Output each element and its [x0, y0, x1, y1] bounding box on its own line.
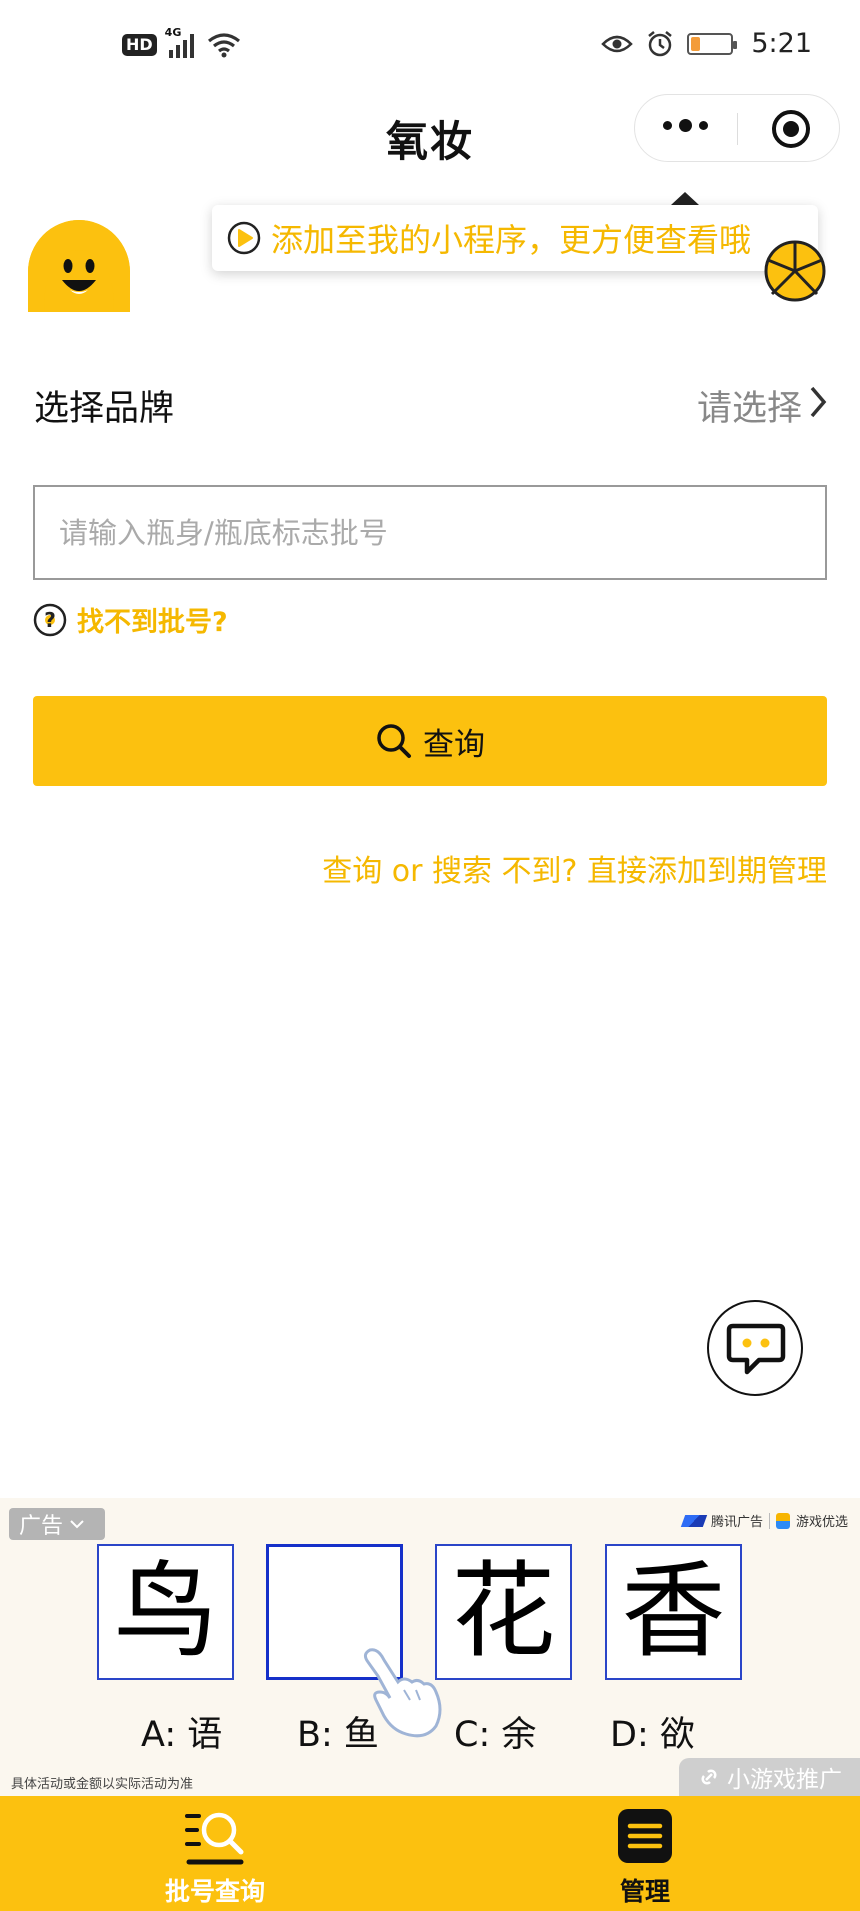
status-right: 5:21 — [601, 28, 812, 59]
help-icon: ? — [33, 603, 67, 636]
brand-label: 选择品牌 — [34, 389, 175, 429]
svg-text:?: ? — [44, 608, 56, 632]
tooltip-arrow — [671, 192, 699, 205]
mini-game-promo-badge[interactable]: 小游戏推广 — [679, 1758, 860, 1796]
link-icon — [701, 1769, 717, 1785]
tab-batch-query[interactable]: 批号查询 — [115, 1796, 315, 1911]
cellular-signal-icon: 4G — [165, 26, 199, 60]
brand-select[interactable]: 请选择 — [697, 380, 802, 431]
add-expiry-management-link[interactable]: 查询 or 搜索 不到? 直接添加到期管理 — [322, 846, 827, 890]
sun-avatar-icon[interactable] — [762, 240, 828, 302]
ad-provider: 腾讯广告 游戏优选 — [680, 1511, 848, 1530]
ad-tag-label: 广告 — [19, 1514, 64, 1539]
ad-char-box[interactable]: 香 — [605, 1544, 742, 1680]
ad-char-box[interactable]: 花 — [435, 1544, 572, 1680]
battery-icon — [687, 32, 738, 55]
batch-number-input[interactable] — [33, 485, 827, 580]
ad-provider-name: 腾讯广告 — [710, 1515, 763, 1530]
chevron-right-icon[interactable] — [808, 384, 828, 420]
tencent-ads-logo-icon — [680, 1514, 708, 1527]
batch-search-icon — [185, 1812, 244, 1865]
chat-button[interactable] — [707, 1300, 803, 1396]
help-text: 找不到批号? — [77, 607, 228, 638]
tooltip-text: 添加至我的小程序，更方便查看哦 — [271, 221, 752, 259]
miniprogram-icon — [227, 221, 261, 255]
ad-disclaimer: 具体活动或金额以实际活动为准 — [11, 1777, 194, 1792]
eye-icon — [601, 35, 634, 52]
clock: 5:21 — [751, 28, 812, 59]
add-to-my-miniprogram-tooltip[interactable]: 添加至我的小程序，更方便查看哦 — [212, 205, 818, 271]
ad-option[interactable]: C: 余 — [454, 1706, 536, 1757]
tab-bar: 批号查询 管理 — [0, 1796, 860, 1911]
ad-badge-label: 小游戏推广 — [727, 1767, 842, 1793]
hd-badge: HD — [122, 34, 157, 56]
ad-option[interactable]: D: 欲 — [610, 1706, 695, 1757]
tab-label: 管理 — [619, 1877, 670, 1906]
ad-banner[interactable]: 广告 腾讯广告 游戏优选 鸟 花 香 A: 语 B: 鱼 C: 余 D: 欲 具… — [0, 1498, 860, 1796]
alarm-icon — [648, 30, 673, 56]
ad-partner-name: 游戏优选 — [795, 1515, 848, 1530]
more-menu-icon[interactable] — [663, 119, 708, 132]
search-button[interactable]: 查询 — [33, 696, 827, 786]
game-pick-logo-icon — [775, 1512, 790, 1529]
ad-option[interactable]: A: 语 — [141, 1706, 222, 1757]
ad-char-box[interactable]: 鸟 — [97, 1544, 234, 1680]
list-manage-icon — [618, 1809, 672, 1863]
wifi-icon — [207, 33, 240, 58]
ad-tag[interactable]: 广告 — [9, 1508, 105, 1540]
chat-bubble-icon — [726, 1323, 786, 1375]
pointing-hand-icon — [363, 1648, 442, 1738]
tab-label: 批号查询 — [164, 1877, 265, 1906]
tab-manage[interactable]: 管理 — [545, 1796, 745, 1911]
status-left: HD 4G — [122, 26, 241, 60]
cant-find-batch-link[interactable]: ? 找不到批号? — [33, 600, 228, 639]
capsule-divider — [737, 113, 738, 145]
close-miniprogram-icon[interactable] — [770, 108, 812, 150]
status-bar: HD 4G 5:21 — [0, 0, 860, 92]
search-button-label: 查询 — [423, 726, 485, 763]
app-logo-avatar[interactable] — [28, 220, 130, 312]
mini-program-capsule — [634, 94, 840, 162]
chevron-down-icon — [70, 1520, 84, 1529]
search-icon — [377, 724, 411, 758]
network-type: 4G — [164, 26, 182, 39]
